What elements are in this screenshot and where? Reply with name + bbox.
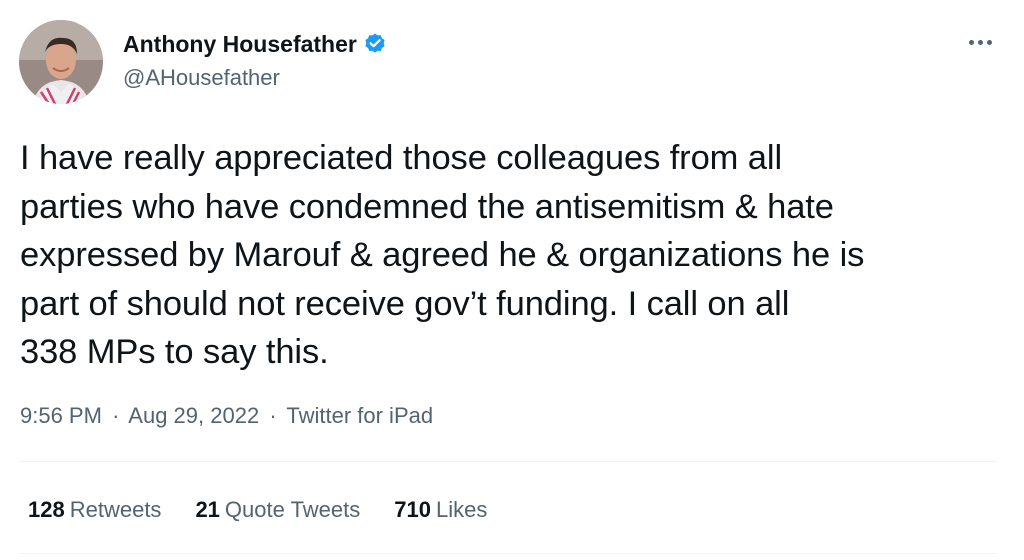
stat-label: Likes: [435, 497, 488, 522]
divider: [20, 553, 996, 554]
tweet-time[interactable]: 9:56 PM: [20, 403, 102, 428]
stat-quote-tweets[interactable]: 21 Quote Tweets: [195, 495, 360, 525]
more-options-icon[interactable]: [962, 30, 998, 54]
meta-separator: ·: [112, 403, 120, 428]
tweet-stats: 128 Retweets 21 Quote Tweets 710 Likes: [28, 495, 521, 525]
stat-count: 128: [28, 497, 65, 522]
stat-label: Quote Tweets: [224, 497, 361, 522]
tweet-date[interactable]: Aug 29, 2022: [128, 403, 259, 428]
tweet-meta: 9:56 PM · Aug 29, 2022 · Twitter for iPa…: [20, 401, 433, 431]
more-dot: [986, 39, 992, 45]
divider: [20, 461, 996, 462]
author-name-row[interactable]: Anthony Housefather: [123, 30, 387, 58]
stat-label: Retweets: [69, 497, 162, 522]
meta-separator: ·: [269, 403, 277, 428]
avatar-photo: [19, 20, 103, 104]
verified-badge-icon: [363, 32, 387, 56]
stat-retweets[interactable]: 128 Retweets: [28, 495, 161, 525]
author-name[interactable]: Anthony Housefather: [123, 30, 357, 58]
more-dot: [968, 39, 974, 45]
tweet-card: Anthony Housefather @AHousefather I have…: [0, 0, 1024, 560]
avatar[interactable]: [19, 20, 103, 104]
stat-likes[interactable]: 710 Likes: [394, 495, 487, 525]
stat-count: 710: [394, 497, 431, 522]
stat-count: 21: [195, 497, 220, 522]
more-dot: [977, 39, 983, 45]
author-handle[interactable]: @AHousefather: [123, 64, 280, 92]
tweet-source[interactable]: Twitter for iPad: [286, 403, 433, 428]
tweet-text: I have really appreciated those colleagu…: [20, 139, 865, 371]
